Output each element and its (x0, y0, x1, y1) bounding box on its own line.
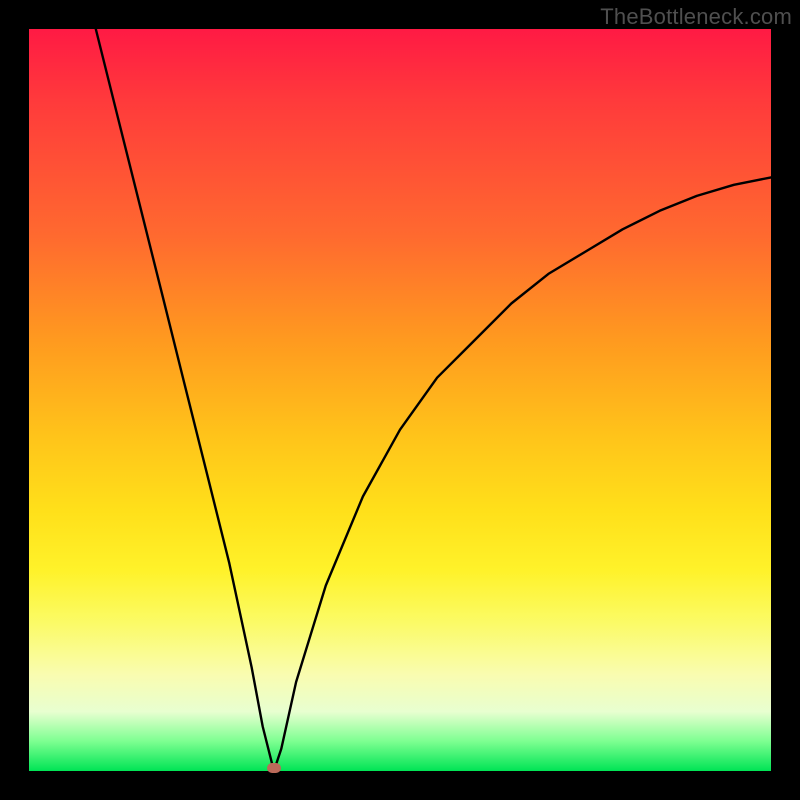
optimal-point-marker (267, 763, 281, 773)
plot-area (29, 29, 771, 771)
chart-frame: TheBottleneck.com (0, 0, 800, 800)
watermark-text: TheBottleneck.com (600, 4, 792, 30)
bottleneck-curve (29, 29, 771, 771)
curve-path (96, 29, 771, 771)
